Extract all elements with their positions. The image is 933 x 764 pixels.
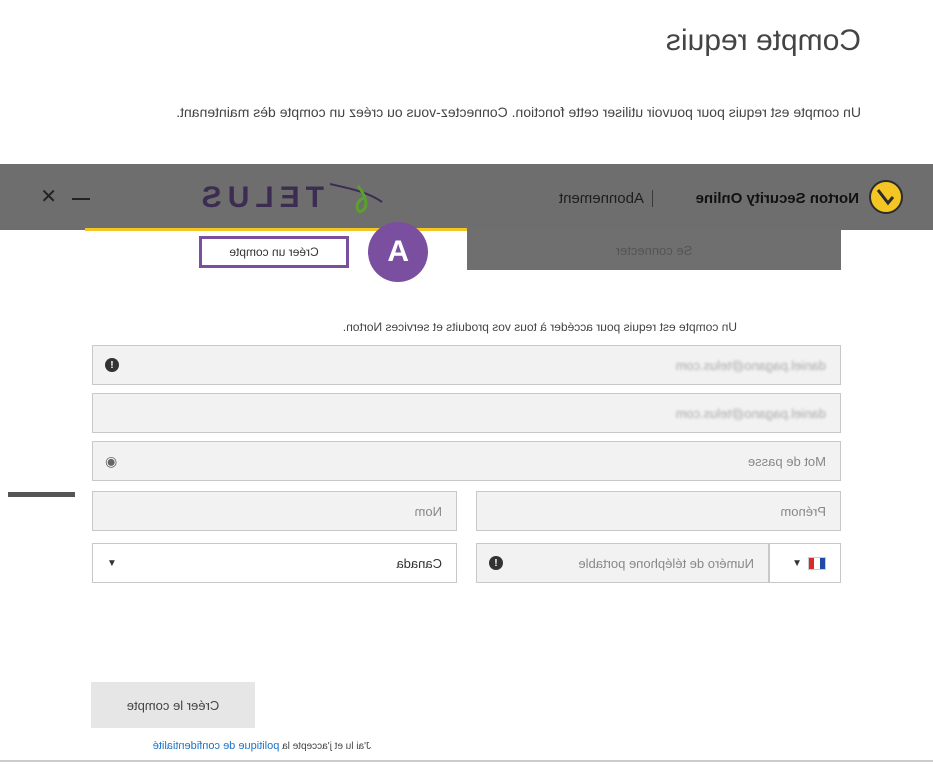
brand-name: Norton Security Online xyxy=(695,190,859,207)
password-field[interactable]: Mot de passe ◉ xyxy=(92,441,841,481)
country-select[interactable]: Canada ▼ xyxy=(92,543,457,583)
scroll-handle[interactable] xyxy=(8,492,75,497)
first-name-field[interactable]: Prénom xyxy=(476,491,841,531)
email-confirm-field[interactable]: daniel.pagano@telus.com xyxy=(92,393,841,433)
eye-icon[interactable]: ◉ xyxy=(105,453,117,470)
bottom-divider xyxy=(0,760,933,762)
tab-create-account[interactable]: Créer un compte xyxy=(199,236,349,268)
france-flag-icon xyxy=(808,556,826,570)
callout-badge: A xyxy=(368,222,428,282)
info-icon[interactable]: ! xyxy=(105,358,119,372)
info-icon[interactable]: ! xyxy=(489,556,503,570)
mobile-phone-field[interactable]: Numéro de téléphone portable ! xyxy=(476,543,769,583)
last-name-placeholder: Nom xyxy=(414,503,442,519)
telus-logo: TELUS xyxy=(196,178,388,218)
password-placeholder: Mot de passe xyxy=(747,453,826,469)
privacy-consent-text: J'ai lu et j'accepte la xyxy=(282,741,371,752)
form-note: Un compte est requis pour accéder à tous… xyxy=(342,320,737,334)
country-value: Canada xyxy=(396,555,442,571)
first-name-placeholder: Prénom xyxy=(780,503,826,519)
chevron-down-icon: ▼ xyxy=(792,557,802,569)
create-account-button[interactable]: Créer le compte xyxy=(91,682,255,728)
close-button[interactable]: ✕ xyxy=(40,182,57,212)
privacy-policy-link[interactable]: politique de confidentialité xyxy=(153,740,280,752)
window-header: Norton Security Online Abonnement TELUS … xyxy=(0,164,933,230)
telus-swoosh-icon xyxy=(329,183,383,214)
email-confirm-value: daniel.pagano@telus.com xyxy=(675,405,826,421)
chevron-down-icon: ▼ xyxy=(107,557,117,569)
norton-check-icon xyxy=(869,180,903,214)
callout-label: A xyxy=(387,235,409,268)
mobile-phone-placeholder: Numéro de téléphone portable xyxy=(578,555,754,571)
mirrored-screen: Compte requis Un compte est requis pour … xyxy=(0,0,933,764)
tab-sign-in[interactable]: Se connecter xyxy=(467,230,841,270)
subscription-link[interactable]: Abonnement xyxy=(558,190,653,207)
telus-wordmark: TELUS xyxy=(195,181,324,214)
phone-country-selector[interactable]: ▼ xyxy=(769,543,841,583)
last-name-field[interactable]: Nom xyxy=(92,491,457,531)
email-value: daniel.pagano@telus.com xyxy=(675,357,826,373)
intro-text: Un compte est requis pour pouvoir utilis… xyxy=(176,104,861,120)
page-title: Compte requis xyxy=(665,24,861,57)
email-field[interactable]: daniel.pagano@telus.com ! xyxy=(92,345,841,385)
minimize-button[interactable] xyxy=(72,198,90,200)
privacy-consent: J'ai lu et j'accepte la politique de con… xyxy=(153,740,371,752)
